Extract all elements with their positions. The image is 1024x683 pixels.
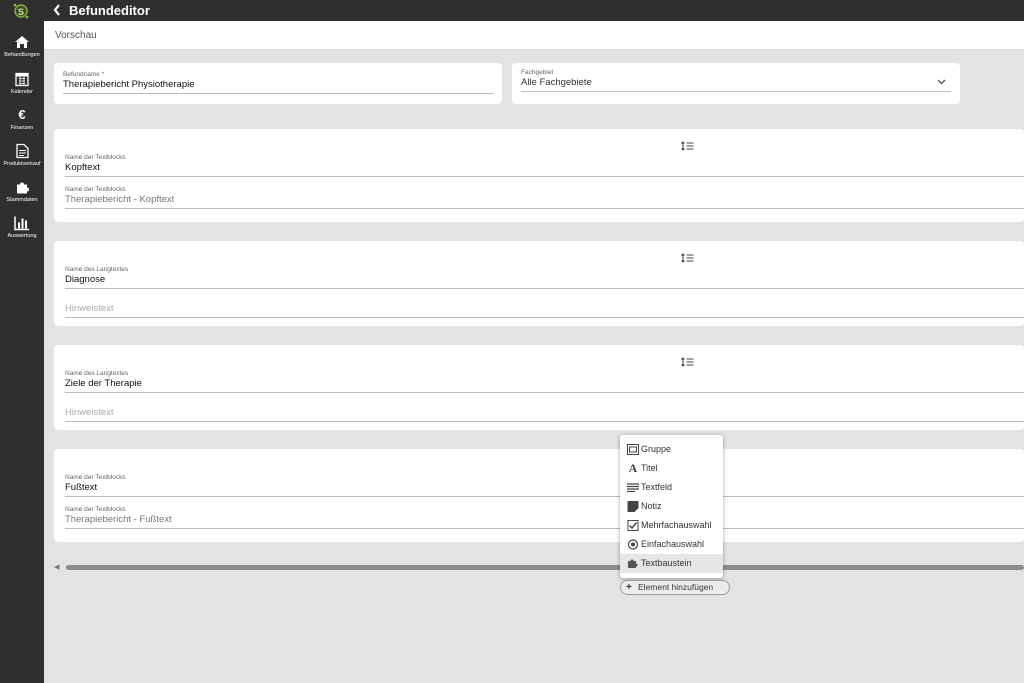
scrollbar-thumb[interactable] [66,565,1024,570]
top-bar: S Befundeditor [0,0,1024,21]
menu-item-textbaustein[interactable]: Textbaustein [620,554,723,573]
textblock-card: Name der Textblocks Kopftext Name der Te… [54,129,1024,222]
sidebar-item-kalender[interactable]: Kalender [0,71,44,96]
checkbox-icon [627,520,639,531]
longtext-card: Name des Langtextes Ziele der Therapie H… [54,345,1024,430]
longtext-name-field[interactable]: Name des Langtextes Diagnose [65,266,1024,289]
sidebar-item-label: Kalender [10,89,34,95]
menu-item-notiz[interactable]: Notiz [620,497,723,516]
chevron-down-icon[interactable] [937,79,946,85]
textblock-name-input[interactable]: Fußtext [65,482,1024,497]
longtext-name-input[interactable]: Ziele der Therapie [65,378,1024,393]
sidebar: Behandlungen Kalender € Finanzen Produkt… [0,21,44,683]
page-title: Befundeditor [69,3,150,18]
sidebar-item-finanzen[interactable]: € Finanzen [0,107,44,132]
menu-item-label: Mehrfachauswahl [641,520,712,530]
add-element-button[interactable]: + Element hinzufügen [620,580,730,595]
puzzle-icon [16,182,29,194]
hint-text-input[interactable]: Hinweistext [65,303,1024,318]
menu-item-label: Titel [641,463,658,473]
textblock-card: Name der Textblocks Fußtext Name der Tex… [54,449,1024,542]
textblock-select-value[interactable]: Therapiebericht - Kopftext [65,194,1024,209]
chevron-left-icon [53,4,60,16]
back-button[interactable] [52,3,62,20]
scroll-left-icon[interactable]: ◀ [54,563,62,572]
preview-bar: Vorschau [44,21,1024,50]
reorder-icon[interactable] [681,357,694,367]
bar-chart-icon [14,216,29,231]
sidebar-item-label: Produktverkauf [3,161,41,167]
add-element-menu: Gruppe A Titel Textfeld Notiz Mehrfachau… [620,435,723,578]
puzzle-icon [628,559,638,568]
euro-icon: € [18,107,26,122]
calendar-icon [15,72,29,87]
sidebar-item-auswertung[interactable]: Auswertung [0,215,44,240]
menu-item-label: Textbaustein [641,558,692,568]
textblock-select-label: Name der Textblocks [65,186,126,193]
befundname-card: Befundname * Therapiebericht Physiothera… [54,63,502,104]
textblock-select-field[interactable]: Name der Textblocks Therapiebericht - Fu… [65,506,1024,529]
title-icon: A [628,461,638,475]
note-icon [627,501,639,512]
radio-icon [627,539,639,550]
sidebar-item-stammdaten[interactable]: Stammdaten [0,179,44,204]
menu-item-titel[interactable]: A Titel [620,459,723,478]
longtext-card: Name des Langtextes Diagnose Hinweistext [54,241,1024,326]
group-icon [627,444,639,455]
sidebar-item-label: Stammdaten [6,197,38,203]
menu-item-mehrfachauswahl[interactable]: Mehrfachauswahl [620,516,723,535]
textblock-name-field[interactable]: Name der Textblocks Kopftext [65,154,1024,177]
longtext-name-input[interactable]: Diagnose [65,274,1024,289]
textblock-name-field[interactable]: Name der Textblocks Fußtext [65,474,1024,497]
textblock-select-field[interactable]: Name der Textblocks Therapiebericht - Ko… [65,186,1024,209]
textblock-select-label: Name der Textblocks [65,506,126,513]
fachgebiet-label: Fachgebiet [521,69,554,76]
menu-item-label: Notiz [641,501,662,511]
home-icon [15,36,29,48]
fachgebiet-select[interactable]: Fachgebiet Alle Fachgebiete [521,69,951,92]
textfield-icon [627,483,639,492]
longtext-name-label: Name des Langtextes [65,266,129,273]
document-icon [15,143,29,159]
sidebar-item-produktverkauf[interactable]: Produktverkauf [0,143,44,168]
horizontal-scrollbar[interactable]: ◀ [54,563,1024,572]
longtext-name-field[interactable]: Name des Langtextes Ziele der Therapie [65,370,1024,393]
menu-item-einfachauswahl[interactable]: Einfachauswahl [620,535,723,554]
sidebar-item-label: Finanzen [10,125,34,131]
svg-text:S: S [18,7,24,17]
sidebar-item-behandlungen[interactable]: Behandlungen [0,34,44,59]
add-element-label: Element hinzufügen [638,582,714,592]
textblock-name-label: Name der Textblocks [65,154,126,161]
app-logo: S [13,3,29,19]
hint-text-field[interactable]: Hinweistext [65,407,1024,422]
reorder-icon[interactable] [681,253,694,263]
befundname-label: Befundname * [63,71,105,78]
textblock-select-value[interactable]: Therapiebericht - Fußtext [65,514,1024,529]
hint-text-input[interactable]: Hinweistext [65,407,1024,422]
fachgebiet-value[interactable]: Alle Fachgebiete [521,77,951,92]
fachgebiet-card: Fachgebiet Alle Fachgebiete [512,63,960,104]
menu-item-label: Einfachauswahl [641,539,705,549]
menu-item-label: Gruppe [641,444,672,454]
reorder-icon[interactable] [681,141,694,151]
befundname-field[interactable]: Befundname * Therapiebericht Physiothera… [63,71,493,94]
sidebar-item-label: Auswertung [7,233,37,239]
menu-item-gruppe[interactable]: Gruppe [620,440,723,459]
menu-item-textfeld[interactable]: Textfeld [620,478,723,497]
preview-label[interactable]: Vorschau [55,30,97,41]
menu-item-label: Textfeld [641,482,673,492]
textblock-name-label: Name der Textblocks [65,474,126,481]
textblock-name-input[interactable]: Kopftext [65,162,1024,177]
plus-icon: + [626,582,632,593]
sidebar-item-label: Behandlungen [4,52,40,58]
hint-text-field[interactable]: Hinweistext [65,303,1024,318]
befundname-input[interactable]: Therapiebericht Physiotherapie [63,79,493,94]
longtext-name-label: Name des Langtextes [65,370,129,377]
